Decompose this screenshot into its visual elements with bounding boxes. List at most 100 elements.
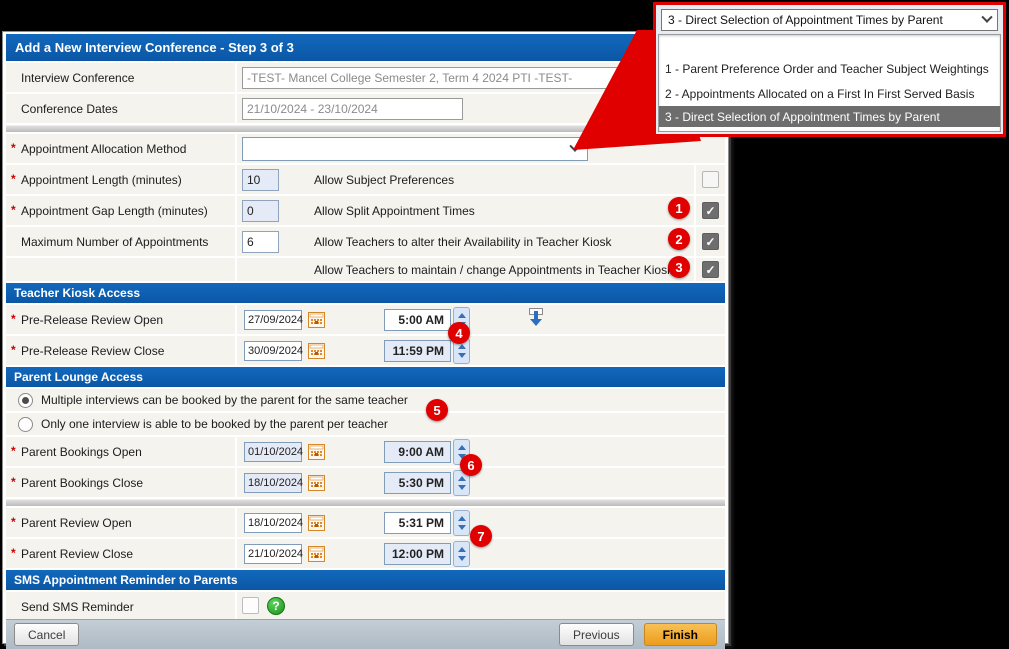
interview-conference-input[interactable]: [242, 66, 644, 89]
time-spinner[interactable]: [453, 540, 470, 567]
previous-button[interactable]: Previous: [558, 623, 634, 646]
max-appointments-label: Maximum Number of Appointments: [6, 227, 235, 256]
single-interview-radio[interactable]: [18, 416, 33, 432]
dialog-footer: Cancel Previous Finish: [6, 619, 725, 649]
row-appointment-length: *Appointment Length (minutes) Allow Subj…: [6, 165, 725, 194]
pre-release-open-label: * Pre-Release Review Open: [6, 305, 235, 334]
row-conference-dates: Conference Dates: [6, 94, 725, 123]
row-interview-conference: Interview Conference: [6, 63, 725, 92]
required-asterisk: *: [11, 546, 16, 560]
allow-subject-preferences-checkbox[interactable]: [702, 171, 719, 188]
parent-bookings-open-time[interactable]: 9:00 AM: [384, 440, 451, 463]
send-sms-checkbox[interactable]: [242, 597, 259, 614]
dropdown-option-1[interactable]: 1 - Parent Preference Order and Teacher …: [659, 56, 1000, 81]
conference-dates-label: Conference Dates: [6, 94, 235, 123]
interview-conference-label: Interview Conference: [6, 63, 235, 92]
annotation-badge-6: 6: [460, 454, 482, 476]
parent-bookings-close-time[interactable]: 5:30 PM: [384, 471, 451, 494]
parent-bookings-close-date[interactable]: 18/10/2024: [244, 472, 303, 493]
allocation-method-label: * Appointment Allocation Method: [6, 134, 235, 163]
parent-review-open-time[interactable]: 5:31 PM: [384, 511, 451, 534]
allocation-method-select[interactable]: [242, 136, 588, 161]
teacher-kiosk-section-header: Teacher Kiosk Access: [6, 283, 725, 303]
section-divider: [6, 125, 725, 132]
parent-review-close-date[interactable]: 21/10/2024: [244, 543, 303, 564]
conference-dates-input[interactable]: [242, 97, 463, 120]
appointment-gap-input[interactable]: [242, 199, 279, 222]
pre-release-open-time[interactable]: 5:00 AM: [384, 308, 451, 331]
allow-maintain-appointments-checkbox[interactable]: [702, 261, 719, 278]
parent-lounge-section-header: Parent Lounge Access: [6, 367, 725, 387]
screen: Add a New Interview Conference - Step 3 …: [0, 0, 1009, 649]
row-send-sms: Send SMS Reminder: [6, 592, 725, 619]
empty-label-cell: [6, 258, 235, 281]
multiple-interviews-label: Multiple interviews can be booked by the…: [41, 393, 408, 407]
allocation-overlay-selected-value: 3 - Direct Selection of Appointment Time…: [668, 13, 943, 27]
required-asterisk: *: [11, 172, 16, 186]
appointment-length-input[interactable]: [242, 168, 279, 191]
required-asterisk: *: [11, 312, 16, 326]
annotation-badge-2: 2: [668, 228, 690, 250]
single-interview-label: Only one interview is able to be booked …: [41, 417, 388, 431]
allow-alter-availability-label: Allow Teachers to alter their Availabili…: [314, 234, 612, 249]
multiple-interviews-radio[interactable]: [18, 392, 33, 408]
chevron-down-icon: [981, 11, 993, 23]
allocation-dropdown-overlay: 3 - Direct Selection of Appointment Time…: [653, 2, 1006, 137]
calendar-icon[interactable]: [306, 474, 326, 492]
allow-maintain-appointments-label: Allow Teachers to maintain / change Appo…: [314, 262, 674, 277]
parent-review-open-date[interactable]: 18/10/2024: [244, 512, 303, 533]
allocation-overlay-list: 1 - Parent Preference Order and Teacher …: [658, 34, 1001, 132]
calendar-icon[interactable]: [306, 443, 326, 461]
row-radio-multiple: Multiple interviews can be booked by the…: [6, 389, 725, 411]
cancel-button[interactable]: Cancel: [14, 623, 80, 646]
dropdown-option-blank[interactable]: [659, 35, 1000, 56]
calendar-icon[interactable]: [306, 545, 326, 563]
section-divider: [6, 499, 725, 506]
allow-split-times-checkbox[interactable]: [702, 202, 719, 219]
parent-bookings-open-date[interactable]: 01/10/2024: [244, 441, 303, 462]
calendar-icon[interactable]: [306, 342, 326, 360]
annotation-badge-1: 1: [668, 197, 690, 219]
required-asterisk: *: [11, 444, 16, 458]
time-spinner[interactable]: [453, 509, 470, 536]
required-asterisk: *: [11, 343, 16, 357]
pre-release-open-date[interactable]: 27/09/2024: [244, 309, 303, 330]
parent-bookings-close-label: * Parent Bookings Close: [6, 468, 235, 497]
pre-release-close-time[interactable]: 11:59 PM: [384, 339, 451, 362]
allow-alter-availability-checkbox[interactable]: [702, 233, 719, 250]
row-maintain-appointments: Allow Teachers to maintain / change Appo…: [6, 258, 725, 281]
appointment-length-label: * Appointment Length (minutes): [6, 165, 235, 194]
sms-section-header: SMS Appointment Reminder to Parents: [6, 570, 725, 590]
allow-split-times-label: Allow Split Appointment Times: [314, 203, 475, 218]
annotation-badge-5: 5: [426, 399, 448, 421]
required-asterisk: *: [11, 475, 16, 489]
copy-down-icon[interactable]: [526, 307, 546, 333]
annotation-badge-7: 7: [470, 525, 492, 547]
annotation-badge-3: 3: [668, 256, 690, 278]
finish-button[interactable]: Finish: [643, 623, 717, 646]
row-pre-release-close: * Pre-Release Review Close 30/09/2024 11:…: [6, 336, 725, 365]
parent-review-close-time[interactable]: 12:00 PM: [384, 542, 451, 565]
max-appointments-input[interactable]: [242, 230, 279, 253]
required-asterisk: *: [11, 203, 16, 217]
dropdown-option-2[interactable]: 2 - Appointments Allocated on a First In…: [659, 81, 1000, 106]
help-icon[interactable]: [267, 596, 285, 615]
pre-release-close-label: * Pre-Release Review Close: [6, 336, 235, 365]
allocation-overlay-select[interactable]: 3 - Direct Selection of Appointment Time…: [661, 9, 998, 31]
parent-review-open-label: * Parent Review Open: [6, 508, 235, 537]
required-asterisk: *: [11, 515, 16, 529]
required-asterisk: *: [11, 141, 16, 155]
row-parent-bookings-open: * Parent Bookings Open 01/10/2024 9:00 AM: [6, 437, 725, 466]
parent-review-close-label: * Parent Review Close: [6, 539, 235, 568]
calendar-icon[interactable]: [306, 514, 326, 532]
parent-bookings-open-label: * Parent Bookings Open: [6, 437, 235, 466]
dropdown-option-3-highlighted[interactable]: 3 - Direct Selection of Appointment Time…: [659, 106, 1000, 127]
chevron-down-icon: [569, 140, 581, 152]
allow-subject-preferences-label: Allow Subject Preferences: [314, 172, 455, 187]
dialog-title: Add a New Interview Conference - Step 3 …: [6, 34, 725, 61]
pre-release-close-date[interactable]: 30/09/2024: [244, 340, 303, 361]
row-radio-single: Only one interview is able to be booked …: [6, 413, 725, 435]
appointment-gap-label: * Appointment Gap Length (minutes): [6, 196, 235, 225]
calendar-icon[interactable]: [306, 311, 326, 329]
row-allocation-method: * Appointment Allocation Method: [6, 134, 725, 163]
